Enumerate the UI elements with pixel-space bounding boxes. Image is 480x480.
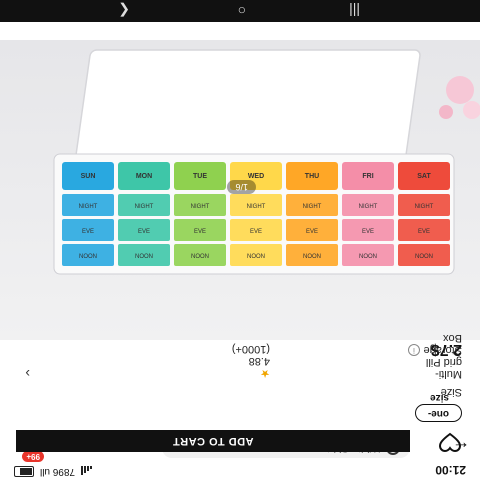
compartment-label: NIGHT bbox=[79, 204, 98, 210]
flower-decoration bbox=[439, 105, 453, 119]
compartment-label: NIGHT bbox=[247, 204, 266, 210]
battery-icon bbox=[14, 466, 34, 477]
signal-icon bbox=[81, 466, 93, 477]
status-icons: 7896 ull bbox=[14, 466, 93, 477]
compartment-label: EVE bbox=[306, 229, 318, 235]
compartment-label: NIGHT bbox=[191, 204, 210, 210]
chevron-right-icon[interactable]: › bbox=[25, 366, 30, 382]
cart-count-badge: 99+ bbox=[22, 451, 44, 462]
day-label: THU bbox=[305, 173, 319, 180]
compartment-label: EVE bbox=[194, 229, 206, 235]
compartment-label: NOON bbox=[247, 254, 265, 260]
compartment-label: EVE bbox=[250, 229, 262, 235]
info-icon[interactable]: i bbox=[408, 344, 420, 356]
day-label: TUE bbox=[193, 173, 207, 180]
day-label: FRI bbox=[362, 173, 373, 180]
compartment-label: EVE bbox=[138, 229, 150, 235]
back-nav-icon[interactable]: ❮ bbox=[118, 2, 130, 19]
compartment-label: NIGHT bbox=[415, 204, 434, 210]
compartment-label: NIGHT bbox=[135, 204, 154, 210]
day-label: WED bbox=[248, 173, 264, 180]
image-counter: 1/6 bbox=[227, 180, 256, 194]
screen: 21:00 7896 ull ← White Skirt ✂ 99+ SATNO… bbox=[0, 0, 480, 480]
clear-lid bbox=[75, 49, 421, 161]
compartment-label: EVE bbox=[362, 229, 374, 235]
star-icon: ★ bbox=[260, 367, 270, 379]
product-title: Multi-grid Pill Storage Box bbox=[423, 332, 462, 380]
recent-apps-icon[interactable]: ||| bbox=[349, 3, 360, 19]
compartment-label: EVE bbox=[418, 229, 430, 235]
compartment-label: NOON bbox=[135, 254, 153, 260]
review-count: (1000+) bbox=[231, 343, 270, 355]
product-image[interactable]: SAT NOON EVE NIGHT FRI NOON EVE NIGHT THU NOON EVE… bbox=[0, 40, 480, 340]
add-to-cart-button[interactable]: ADD TO CART bbox=[16, 430, 410, 452]
day-label: SAT bbox=[417, 173, 431, 180]
compartment-label: EVE bbox=[82, 229, 94, 235]
wishlist-heart-icon[interactable] bbox=[438, 432, 462, 452]
rating-value: 4.88 bbox=[248, 355, 270, 367]
compartment-label: NOON bbox=[79, 254, 97, 260]
size-option-chip[interactable]: one-size bbox=[414, 392, 462, 422]
flower-decoration bbox=[463, 101, 480, 119]
flower-decoration bbox=[446, 76, 474, 104]
compartment-label: NOON bbox=[359, 254, 377, 260]
compartment-label: NOON bbox=[303, 254, 321, 260]
status-time: 21:00 bbox=[435, 463, 466, 477]
home-icon[interactable]: ○ bbox=[238, 3, 246, 19]
product-rating[interactable]: ★ 4.88 (1000+) bbox=[232, 343, 270, 380]
day-label: MON bbox=[136, 173, 152, 180]
compartment-label: NIGHT bbox=[303, 204, 322, 210]
compartment-label: NIGHT bbox=[359, 204, 378, 210]
compartment-label: NOON bbox=[191, 254, 209, 260]
system-nav-bar: ||| ○ ❮ bbox=[0, 0, 480, 22]
status-bar: 21:00 7896 ull bbox=[0, 460, 480, 480]
compartment-label: NOON bbox=[415, 254, 433, 260]
status-carrier: 7896 ull bbox=[40, 466, 76, 477]
day-label: SUN bbox=[81, 173, 96, 180]
